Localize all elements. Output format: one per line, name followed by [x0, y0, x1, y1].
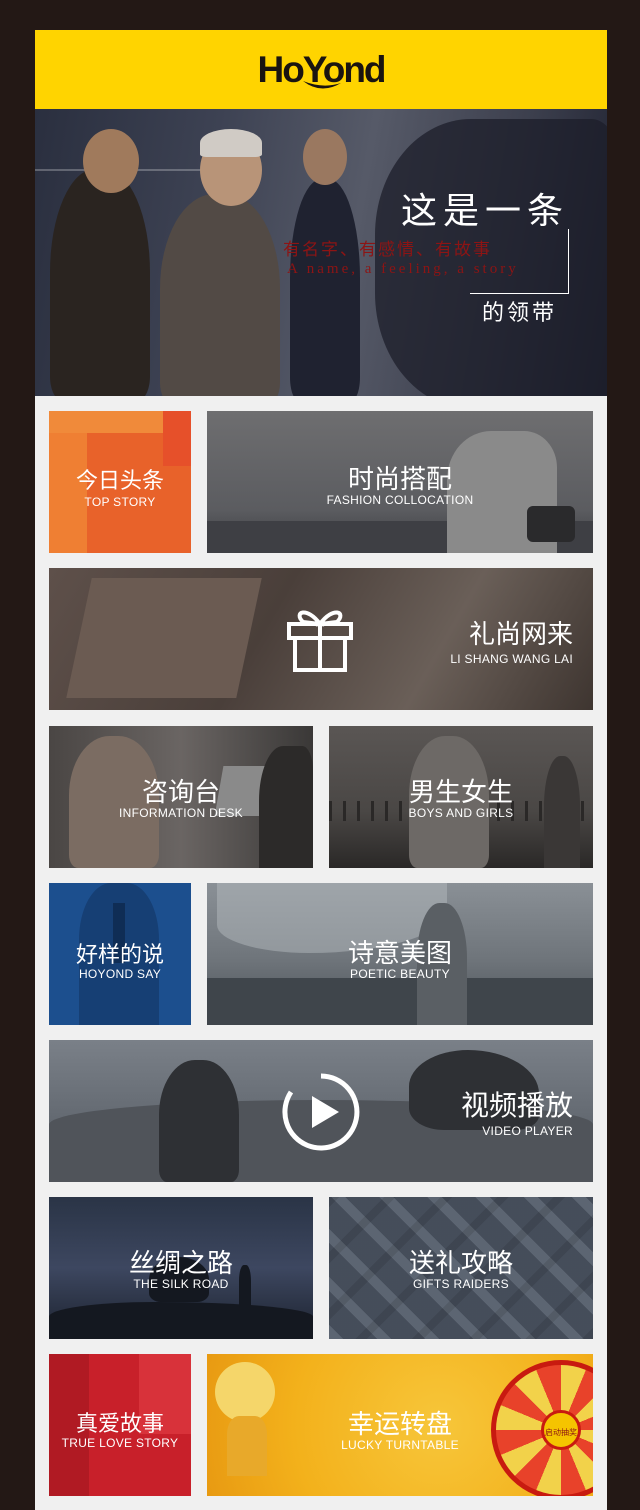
- tile-lucky[interactable]: 启动抽奖 幸运转盘 LUCKY TURNTABLE: [207, 1354, 593, 1496]
- tile-decor: [163, 411, 191, 466]
- tile-title-cn: 咨询台: [141, 778, 220, 808]
- tile-title-en: FASHION COLLOCATION: [326, 493, 474, 507]
- tile-title-cn: 礼尚网来: [468, 620, 573, 650]
- tile-title-en: POETIC BEAUTY: [350, 967, 450, 981]
- tile-title-cn: 诗意美图: [347, 939, 452, 969]
- header-bar: HoYond: [35, 30, 607, 109]
- tile-hoyond-say[interactable]: 好样的说 HOYOND SAY: [49, 883, 191, 1025]
- tile-info-desk[interactable]: 咨询台 INFORMATION DESK: [49, 726, 313, 868]
- tile-title-en: TRUE LOVE STORY: [61, 1436, 179, 1450]
- dunes: [49, 1302, 313, 1339]
- tile-title-en: TOP STORY: [84, 495, 156, 509]
- tile-title-cn: 送礼攻略: [408, 1249, 513, 1279]
- handbag: [527, 506, 575, 542]
- tile-silk-road[interactable]: 丝绸之路 THE SILK ROAD: [49, 1197, 313, 1339]
- tile-title-en: THE SILK ROAD: [133, 1277, 229, 1291]
- hero-hair-center: [200, 129, 262, 157]
- tile-gifts-shop[interactable]: 礼尚网来 LI SHANG WANG LAI: [49, 568, 593, 710]
- tile-title-en: INFORMATION DESK: [119, 806, 243, 820]
- sea: [207, 978, 593, 1025]
- tile-title-cn: 丝绸之路: [128, 1249, 233, 1279]
- page-frame: HoYond 这是一条 有名字、有感情、有故事 A name, a feelin…: [35, 30, 607, 1510]
- tile-title-en: GIFTS RAIDERS: [413, 1277, 509, 1291]
- hero-title: 这是一条: [400, 191, 569, 232]
- tile-title-en: LUCKY TURNTABLE: [341, 1438, 459, 1452]
- tile-true-love[interactable]: 真爱故事 TRUE LOVE STORY: [49, 1354, 191, 1496]
- tile-title-cn: 好样的说: [75, 943, 164, 968]
- hero-figure-left: [50, 169, 150, 396]
- tile-poetic[interactable]: 诗意美图 POETIC BEAUTY: [207, 883, 593, 1025]
- hero-subtitle-cn: 有名字、有感情、有故事: [283, 240, 492, 260]
- tile-boys-girls[interactable]: 男生女生 BOYS AND GIRLS: [329, 726, 593, 868]
- logo-swoosh-icon: [303, 80, 342, 89]
- tile-title-en: LI SHANG WANG LAI: [450, 652, 573, 666]
- tile-title-cn: 今日头条: [75, 469, 164, 494]
- hero-banner[interactable]: 这是一条 有名字、有感情、有故事 A name, a feeling, a st…: [35, 109, 607, 396]
- tile-title-cn: 真爱故事: [75, 1412, 164, 1437]
- tile-video[interactable]: 视频播放 VIDEO PLAYER: [49, 1040, 593, 1182]
- gift-icon: [287, 610, 353, 672]
- hero-face-left: [83, 129, 139, 193]
- hero-figure-center: [160, 194, 280, 396]
- hero-tail-text: 的领带: [482, 301, 558, 326]
- tile-gifts-raiders[interactable]: 送礼攻略 GIFTS RAIDERS: [329, 1197, 593, 1339]
- tile-title-cn: 时尚搭配: [347, 465, 452, 495]
- tile-title-cn: 男生女生: [408, 778, 513, 808]
- hero-figure-right: [290, 179, 360, 396]
- hero-divider-horizontal: [470, 293, 569, 294]
- tile-title-en: HOYOND SAY: [78, 967, 162, 981]
- tile-fashion[interactable]: 时尚搭配 FASHION COLLOCATION: [207, 411, 593, 553]
- man-silhouette: [159, 1060, 239, 1182]
- brand-logo[interactable]: HoYond: [257, 49, 386, 91]
- fabric-fold: [66, 578, 262, 698]
- tile-title-en: BOYS AND GIRLS: [408, 806, 514, 820]
- tile-title-cn: 视频播放: [460, 1089, 573, 1122]
- tile-top-story[interactable]: 今日头条 TOP STORY: [49, 411, 191, 553]
- tile-title-en: VIDEO PLAYER: [482, 1124, 573, 1138]
- hero-face-right: [303, 129, 347, 185]
- hero-divider-vertical: [568, 229, 569, 293]
- hero-subtitle-en: A name, a feeling, a story: [287, 261, 519, 277]
- play-icon[interactable]: [281, 1072, 361, 1152]
- tile-title-cn: 幸运转盘: [347, 1410, 452, 1440]
